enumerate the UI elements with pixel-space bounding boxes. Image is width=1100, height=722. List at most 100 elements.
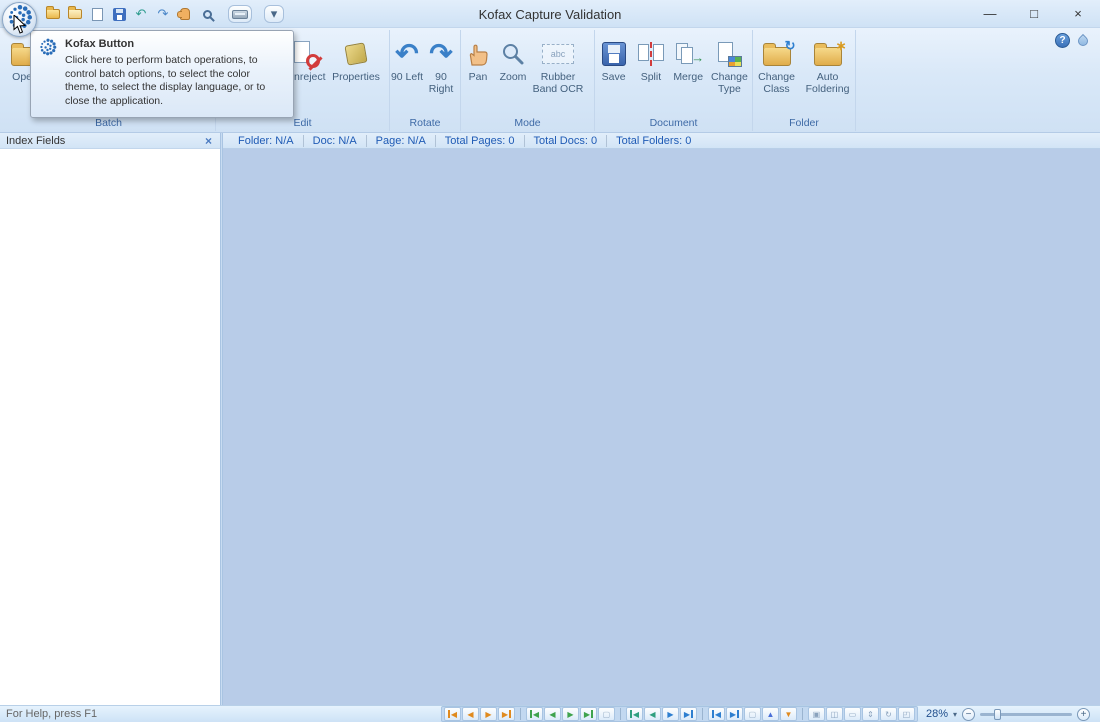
auto-foldering-icon: ∗: [813, 36, 847, 72]
qat-open-batch-button[interactable]: [44, 5, 62, 23]
zoom-dropdown[interactable]: ▾: [953, 710, 957, 719]
index-fields-title: Index Fields: [6, 134, 66, 147]
zoom-window-button[interactable]: ◰: [897, 707, 915, 721]
info-total-folders: Total Folders: 0: [606, 134, 700, 147]
index-fields-body[interactable]: [0, 149, 220, 705]
next-page-button[interactable]: ▶: [561, 707, 579, 721]
app-window: Kofax Capture Validation ↶ ↷ ▾ — □ × Ope…: [0, 0, 1100, 722]
first-document-button[interactable]: ◀: [625, 707, 643, 721]
split-pages-icon: [637, 36, 665, 72]
last-document-button[interactable]: ▶: [679, 707, 697, 721]
fit-width-button[interactable]: ◫: [825, 707, 843, 721]
zoom-slider-thumb[interactable]: [994, 708, 1001, 720]
rotate-left-label: 90 Left: [390, 71, 424, 83]
change-type-button[interactable]: Change Type: [707, 33, 752, 95]
rubber-band-ocr-button[interactable]: abc Rubber Band OCR: [531, 33, 585, 95]
folder-contents-button[interactable]: ▢: [743, 707, 761, 721]
zoom-out-button[interactable]: −: [962, 707, 975, 721]
index-fields-header: Index Fields ×: [0, 133, 220, 149]
properties-icon: [344, 36, 368, 72]
info-doc: Doc: N/A: [302, 134, 366, 147]
last-folder-button[interactable]: ▶: [725, 707, 743, 721]
hand-icon: [465, 36, 491, 72]
kofax-button-tooltip: Kofax Button Click here to perform batch…: [30, 30, 294, 118]
page-thumbnails-button[interactable]: ▢: [597, 707, 615, 721]
properties-button[interactable]: Properties: [329, 33, 383, 84]
first-rejected-button[interactable]: ◀: [443, 707, 461, 721]
nav-strip: ◀ ◀ ▶ ▶ ◀ ◀ ▶ ▶ ▢ ◀ ◀ ▶ ▶ ◀ ▶ ▢ ▲ ▼ ▣ ◫ ▭ ⇕ ↻ ◰: [440, 706, 918, 722]
status-bar: For Help, press F1 ◀ ◀ ▶ ▶ ◀ ◀ ▶ ▶ ▢ ◀ ◀ ▶ ▶ ◀ ▶ ▢ ▲ ▼ ▣ ◫ ▭…: [0, 705, 1100, 722]
ribbon-group-rotate: ↶ 90 Left ↷ 90 Right Rotate: [390, 30, 461, 131]
rotate-left-button[interactable]: ↶ 90 Left: [390, 33, 424, 84]
kofax-logo-icon: [7, 4, 33, 35]
merge-pages-icon: →: [674, 36, 704, 72]
info-bar: Folder: N/A Doc: N/A Page: N/A Total Pag…: [223, 133, 1100, 149]
undo-arrow-icon: ↶: [135, 6, 147, 21]
go-down-level-button[interactable]: ▼: [779, 707, 797, 721]
titlebar: Kofax Capture Validation ↶ ↷ ▾ — □ ×: [0, 0, 1100, 28]
zoom-label: Zoom: [499, 71, 527, 83]
close-button[interactable]: ×: [1056, 0, 1100, 27]
qat-undo-button[interactable]: ↶: [132, 5, 150, 23]
prev-rejected-button[interactable]: ◀: [461, 707, 479, 721]
zoom-slider[interactable]: [980, 708, 1072, 720]
maximize-button[interactable]: □: [1012, 0, 1056, 27]
change-type-label: Change Type: [711, 71, 748, 95]
go-up-level-button[interactable]: ▲: [761, 707, 779, 721]
chevron-down-icon: ▾: [270, 6, 278, 21]
last-page-button[interactable]: ▶: [579, 707, 597, 721]
help-icon[interactable]: ?: [1055, 33, 1070, 48]
first-folder-button[interactable]: ◀: [707, 707, 725, 721]
nav-separator: [516, 708, 521, 720]
prev-page-button[interactable]: ◀: [543, 707, 561, 721]
index-fields-close-button[interactable]: ×: [203, 135, 214, 147]
main-area: Folder: N/A Doc: N/A Page: N/A Total Pag…: [223, 133, 1100, 705]
nav-separator: [798, 708, 803, 720]
qat-scan-button[interactable]: [228, 5, 252, 23]
next-rejected-button[interactable]: ▶: [479, 707, 497, 721]
qat-open-image-button[interactable]: [66, 5, 84, 23]
last-rejected-button[interactable]: ▶: [497, 707, 515, 721]
zoom-percent: 28%: [925, 708, 948, 720]
fit-page-button[interactable]: ▣: [807, 707, 825, 721]
scanner-icon: [232, 9, 248, 19]
minimize-button[interactable]: —: [968, 0, 1012, 27]
merge-label: Merge: [673, 71, 704, 83]
magnifier-icon: [202, 9, 212, 19]
auto-foldering-button[interactable]: ∗ Auto Foldering: [800, 33, 855, 95]
actual-size-button[interactable]: ▭: [843, 707, 861, 721]
rotate-right-icon: ↷: [429, 38, 453, 69]
kofax-button[interactable]: [2, 2, 37, 37]
info-total-pages: Total Pages: 0: [434, 134, 524, 147]
document-canvas[interactable]: [223, 149, 1100, 705]
change-class-button[interactable]: ↻ Change Class: [753, 33, 800, 95]
split-button[interactable]: Split: [632, 33, 669, 84]
zoom-in-button[interactable]: +: [1077, 707, 1090, 721]
qat-redo-button[interactable]: ↷: [154, 5, 172, 23]
qat-more-button[interactable]: ▾: [264, 5, 284, 23]
rotate-right-button[interactable]: ↷ 90 Right: [424, 33, 458, 95]
first-page-button[interactable]: ◀: [525, 707, 543, 721]
rotate-view-button[interactable]: ↻: [879, 707, 897, 721]
qat-zoom-button[interactable]: [198, 5, 216, 23]
qat-print-button[interactable]: [88, 5, 106, 23]
pan-label: Pan: [468, 71, 488, 83]
change-class-icon: ↻: [762, 36, 796, 72]
save-button[interactable]: Save: [595, 33, 632, 84]
folder-icon: [68, 6, 82, 19]
qat-save-button[interactable]: [110, 5, 128, 23]
ribbon-group-label-rotate: Rotate: [409, 117, 441, 129]
magnifier-icon: [500, 36, 526, 72]
qat-pan-button[interactable]: [176, 5, 194, 23]
info-total-docs: Total Docs: 0: [523, 134, 607, 147]
window-controls: — □ ×: [968, 0, 1100, 28]
tooltip-title: Kofax Button: [65, 38, 135, 50]
pan-button[interactable]: Pan: [461, 33, 495, 84]
prev-document-button[interactable]: ◀: [643, 707, 661, 721]
change-class-label: Change Class: [758, 71, 795, 95]
feedback-icon[interactable]: [1075, 33, 1091, 48]
fit-height-button[interactable]: ⇕: [861, 707, 879, 721]
zoom-button[interactable]: Zoom: [495, 33, 531, 84]
next-document-button[interactable]: ▶: [661, 707, 679, 721]
merge-button[interactable]: → Merge: [670, 33, 707, 84]
